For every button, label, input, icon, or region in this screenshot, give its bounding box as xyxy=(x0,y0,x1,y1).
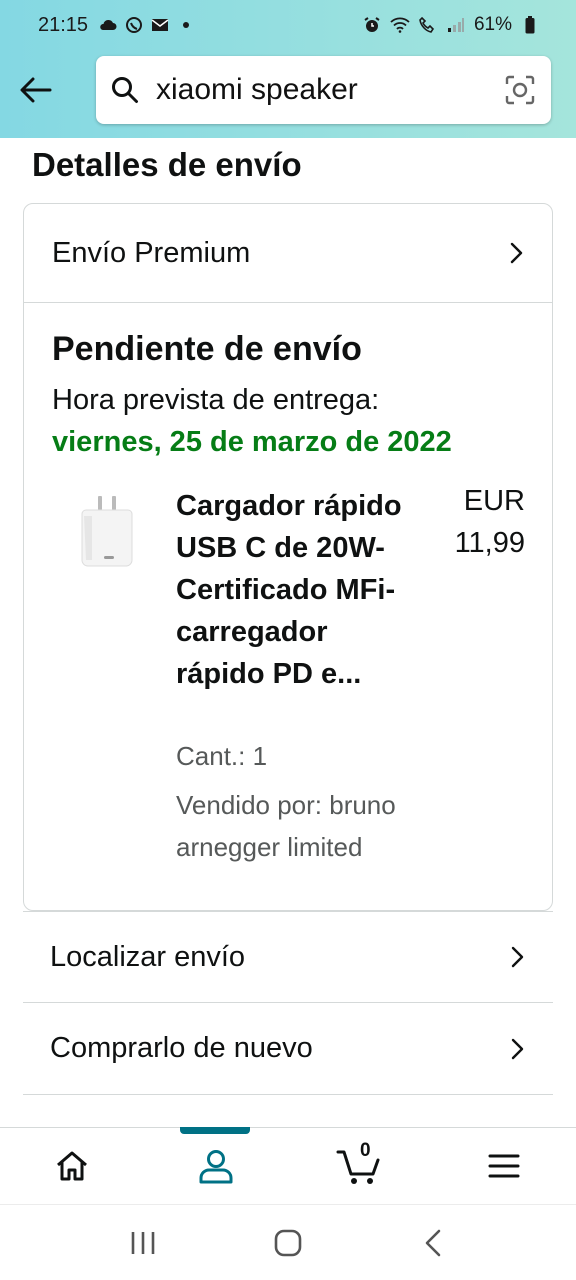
buy-again-row[interactable]: Comprarlo de nuevo xyxy=(23,1003,553,1095)
back-arrow-icon[interactable] xyxy=(18,72,54,108)
camera-search-icon[interactable] xyxy=(503,73,537,107)
product-price: 11,99 xyxy=(454,527,525,559)
product-image[interactable] xyxy=(80,492,134,572)
account-icon xyxy=(199,1150,233,1184)
cart-count: 0 xyxy=(360,1140,371,1161)
product-quantity: Cant.: 1 xyxy=(176,741,268,771)
track-shipment-label: Localizar envío xyxy=(50,940,246,973)
whatsapp-icon xyxy=(124,15,144,35)
signal-icon xyxy=(446,15,466,35)
recent-apps-icon xyxy=(131,1231,154,1254)
nav-account[interactable] xyxy=(176,1136,256,1196)
home-button[interactable] xyxy=(258,1213,318,1273)
shipping-type-row[interactable]: Envío Premium xyxy=(24,204,552,303)
chevron-right-icon xyxy=(507,946,529,968)
search-icon xyxy=(110,75,140,105)
recent-apps-button[interactable] xyxy=(113,1213,173,1273)
chevron-right-icon xyxy=(507,1038,529,1060)
product-currency: EUR xyxy=(463,485,525,517)
dot-icon xyxy=(176,15,196,35)
shipping-card: Envío Premium Pendiente de envío Hora pr… xyxy=(23,203,553,911)
alarm-icon xyxy=(362,15,382,35)
battery-icon xyxy=(520,15,540,35)
shipment-status: Pendiente de envío xyxy=(52,330,362,368)
active-tab-indicator xyxy=(180,1127,250,1134)
track-shipment-row[interactable]: Localizar envío xyxy=(23,911,553,1003)
wifi-icon xyxy=(390,15,410,35)
buy-again-label: Comprarlo de nuevo xyxy=(50,1032,313,1064)
chevron-right-icon xyxy=(506,242,528,264)
shipping-type-label: Envío Premium xyxy=(52,236,251,269)
status-right: 61% xyxy=(362,14,540,36)
home-icon xyxy=(57,1151,87,1181)
page-title: Detalles de envío xyxy=(32,146,302,183)
nav-menu[interactable] xyxy=(464,1136,544,1196)
mail-icon xyxy=(150,15,170,35)
back-chevron-icon xyxy=(426,1229,441,1256)
product-seller: Vendido por: bruno arnegger limited xyxy=(176,790,396,862)
status-left: 21:15 xyxy=(38,14,196,37)
search-query: xiaomi speaker xyxy=(156,73,358,106)
back-button[interactable] xyxy=(403,1213,463,1273)
menu-icon xyxy=(488,1154,520,1178)
battery-percent: 61% xyxy=(473,14,512,35)
status-time: 21:15 xyxy=(38,13,89,36)
cloud-icon xyxy=(98,15,118,35)
product-title[interactable]: Cargador rápido USB C de 20W-Certificado… xyxy=(176,485,416,695)
eta-date: viernes, 25 de marzo de 2022 xyxy=(52,426,452,458)
eta-label: Hora prevista de entrega: xyxy=(52,384,380,416)
status-bar: 21:15 61% xyxy=(0,0,576,50)
call-icon xyxy=(418,15,438,35)
search-input[interactable]: xiaomi speaker xyxy=(96,56,551,124)
header: 21:15 61% xiaomi speaker xyxy=(0,0,576,138)
nav-cart[interactable]: 0 xyxy=(320,1136,400,1196)
home-circle-icon xyxy=(274,1229,302,1256)
nav-home[interactable] xyxy=(32,1136,112,1196)
bottom-nav: 0 xyxy=(0,1127,576,1204)
system-nav-bar xyxy=(0,1204,576,1280)
